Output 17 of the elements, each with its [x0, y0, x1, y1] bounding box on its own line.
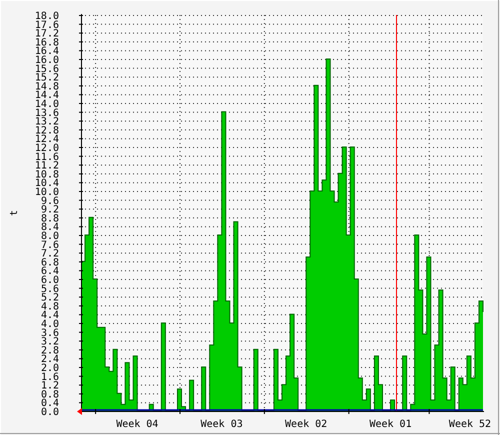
y-tick-label: 6.0: [40, 275, 59, 286]
y-tick-label: 12.0: [34, 143, 59, 154]
y-tick-label: 16.0: [34, 55, 59, 66]
x-tick-label: Week 52: [448, 419, 492, 430]
y-tick-label: 14.0: [34, 99, 59, 110]
y-tick-label: 8.0: [40, 231, 59, 242]
x-tick-label: Week 03: [200, 419, 243, 430]
y-tick-label: 0.0: [40, 407, 59, 418]
x-tick-label: Week 01: [369, 419, 412, 430]
y-axis-title: t: [9, 210, 20, 216]
y-tick-label: 18.0: [34, 11, 59, 22]
x-tick-label: Week 02: [285, 419, 328, 430]
origin-arrow-icon: [77, 408, 82, 415]
y-tick-label: 2.0: [40, 363, 59, 374]
x-tick-label: Week 04: [116, 419, 158, 430]
y-tick-label: 10.0: [34, 187, 59, 198]
y-tick-label: 4.0: [40, 319, 59, 330]
